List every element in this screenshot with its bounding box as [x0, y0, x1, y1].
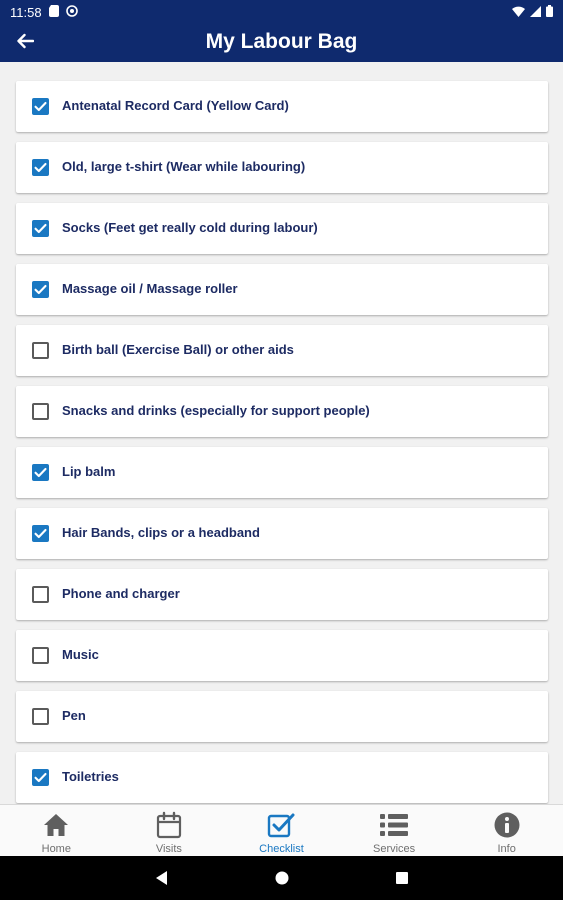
- triangle-back-icon: [155, 871, 167, 885]
- checkmark-icon: [34, 528, 47, 539]
- checkbox-unchecked[interactable]: [32, 403, 49, 420]
- checklist-item[interactable]: Snacks and drinks (especially for suppor…: [16, 386, 548, 437]
- page-title: My Labour Bag: [205, 30, 358, 53]
- checklist-item-label: Socks (Feet get really cold during labou…: [62, 220, 318, 235]
- status-left: 11:58: [10, 4, 78, 20]
- checkmark-icon: [34, 101, 47, 112]
- system-home-button[interactable]: [268, 864, 296, 892]
- battery-icon: [546, 4, 553, 20]
- checklist-item-label: Massage oil / Massage roller: [62, 281, 238, 296]
- checklist-item[interactable]: Socks (Feet get really cold during labou…: [16, 203, 548, 254]
- checklist-item[interactable]: Toiletries: [16, 752, 548, 803]
- checkbox-unchecked[interactable]: [32, 708, 49, 725]
- nav-label: Home: [41, 843, 71, 855]
- list-icon: [379, 810, 409, 840]
- checklist-item-label: Toiletries: [62, 769, 119, 784]
- home-icon: [41, 810, 71, 840]
- nav-label: Checklist: [259, 843, 304, 855]
- checklist-item[interactable]: Phone and charger: [16, 569, 548, 620]
- nav-item-info[interactable]: Info: [450, 805, 563, 856]
- checklist-item-label: Antenatal Record Card (Yellow Card): [62, 98, 289, 113]
- checkmark-icon: [34, 223, 47, 234]
- checkbox-unchecked[interactable]: [32, 342, 49, 359]
- wifi-icon: [512, 5, 525, 20]
- checkbox-checked[interactable]: [32, 769, 49, 786]
- checklist-icon: [266, 810, 296, 840]
- checklist: Antenatal Record Card (Yellow Card) Old, …: [0, 62, 563, 804]
- checkbox-checked[interactable]: [32, 525, 49, 542]
- info-icon: [492, 810, 522, 840]
- checklist-item[interactable]: Pen: [16, 691, 548, 742]
- checkbox-checked[interactable]: [32, 159, 49, 176]
- checkmark-icon: [34, 772, 47, 783]
- status-bar: 11:58: [0, 0, 563, 24]
- checklist-item-label: Phone and charger: [62, 586, 180, 601]
- checkbox-checked[interactable]: [32, 220, 49, 237]
- checklist-item[interactable]: Antenatal Record Card (Yellow Card): [16, 81, 548, 132]
- nav-item-visits[interactable]: Visits: [113, 805, 226, 856]
- checklist-item[interactable]: Hair Bands, clips or a headband: [16, 508, 548, 559]
- checkbox-checked[interactable]: [32, 98, 49, 115]
- signal-icon: [530, 5, 541, 20]
- nav-item-home[interactable]: Home: [0, 805, 113, 856]
- checklist-item[interactable]: Lip balm: [16, 447, 548, 498]
- checklist-item-label: Old, large t-shirt (Wear while labouring…: [62, 159, 306, 174]
- status-right: [512, 4, 553, 20]
- nav-item-checklist[interactable]: Checklist: [225, 805, 338, 856]
- checkmark-icon: [34, 162, 47, 173]
- checkbox-checked[interactable]: [32, 464, 49, 481]
- nav-label: Visits: [155, 843, 182, 855]
- nav-label: Info: [497, 843, 516, 855]
- calendar-icon: [154, 810, 184, 840]
- checkbox-unchecked[interactable]: [32, 586, 49, 603]
- checkmark-icon: [34, 284, 47, 295]
- checklist-item[interactable]: Old, large t-shirt (Wear while labouring…: [16, 142, 548, 193]
- checklist-item[interactable]: Music: [16, 630, 548, 681]
- checklist-item[interactable]: Birth ball (Exercise Ball) or other aids: [16, 325, 548, 376]
- circle-home-icon: [275, 871, 288, 885]
- checklist-item-label: Hair Bands, clips or a headband: [62, 525, 260, 540]
- checklist-item-label: Birth ball (Exercise Ball) or other aids: [62, 342, 294, 357]
- sd-card-icon: [48, 4, 59, 20]
- app-bar: My Labour Bag: [0, 24, 563, 62]
- checkbox-checked[interactable]: [32, 281, 49, 298]
- checklist-item-label: Snacks and drinks (especially for suppor…: [62, 403, 370, 418]
- system-recents-button[interactable]: [388, 864, 416, 892]
- nav-label: Services: [372, 843, 416, 855]
- checkbox-unchecked[interactable]: [32, 647, 49, 664]
- system-back-button[interactable]: [148, 864, 176, 892]
- bottom-nav: Home Visits Checklist Services Info: [0, 804, 563, 856]
- checkmark-icon: [34, 467, 47, 478]
- status-time: 11:58: [10, 4, 42, 20]
- square-recents-icon: [395, 872, 408, 884]
- checklist-item[interactable]: Massage oil / Massage roller: [16, 264, 548, 315]
- checklist-item-label: Pen: [62, 708, 86, 723]
- checklist-item-label: Lip balm: [62, 464, 116, 479]
- nav-item-services[interactable]: Services: [338, 805, 451, 856]
- system-nav-bar: [0, 856, 563, 900]
- sync-icon: [65, 4, 78, 20]
- checklist-item-label: Music: [62, 647, 99, 662]
